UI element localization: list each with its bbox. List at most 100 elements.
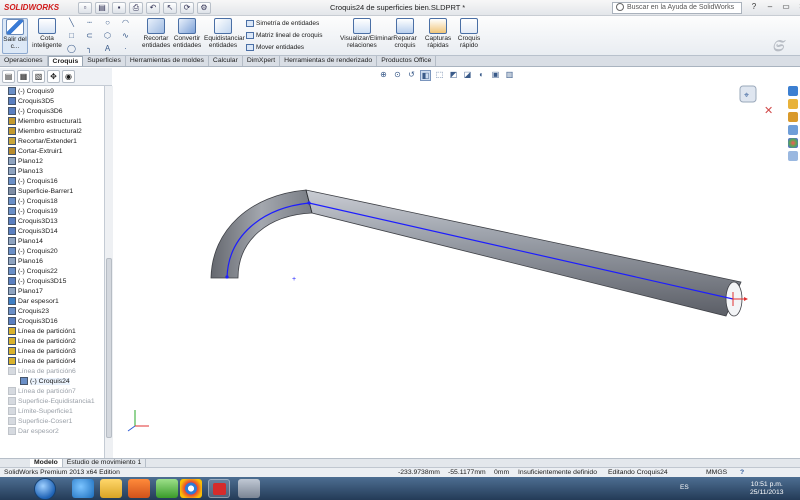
tree-item[interactable]: Superficie-Equidistancia1 (0, 396, 104, 406)
tab-operaciones[interactable]: Operaciones (0, 56, 48, 66)
tree-item[interactable]: Línea de partición7 (0, 386, 104, 396)
solidworks-taskbar-icon[interactable] (208, 479, 230, 498)
view-settings-icon[interactable]: ▥ (504, 70, 515, 81)
spline-icon[interactable]: ∿ (120, 31, 131, 42)
slot-icon[interactable]: ⊂ (84, 31, 95, 42)
undo-icon[interactable]: ↶ (146, 2, 160, 14)
tree-item[interactable]: Línea de partición3 (0, 346, 104, 356)
open-folder-icon[interactable]: ▤ (95, 2, 109, 14)
language-indicator[interactable]: ES (680, 484, 689, 491)
display-manager-icon[interactable]: ◉ (62, 70, 75, 83)
tree-item[interactable]: Croquis23 (0, 306, 104, 316)
print-icon[interactable]: ⎙ (129, 2, 143, 14)
feature-manager-icon[interactable]: ▤ (2, 70, 15, 83)
repair-sketch-button[interactable]: Reparar croquis (390, 18, 420, 49)
sketch-endpoint[interactable] (225, 275, 229, 279)
exit-sketch-button[interactable]: Salir del c... (2, 18, 28, 54)
selection-filter-icon[interactable]: ⌖ (739, 85, 757, 103)
model-tab-0[interactable]: Modelo (30, 459, 63, 467)
tree-item[interactable]: Límite-Superficie1 (0, 406, 104, 416)
cancel-x-icon[interactable]: ✕ (764, 105, 773, 117)
tree-item[interactable]: Croquis3D13 (0, 216, 104, 226)
design-library-icon[interactable] (788, 99, 798, 109)
move-entities-button[interactable]: Mover entidades (246, 43, 304, 52)
start-button-icon[interactable] (34, 478, 56, 500)
quick-snaps-button[interactable]: Capturas rápidas (423, 18, 453, 49)
trim-entities-button[interactable]: Recortar entidades (142, 18, 170, 49)
mirror-entities-button[interactable]: Simetría de entidades (246, 19, 319, 28)
close-button[interactable]: ✕ (796, 2, 800, 13)
edit-appearance-icon[interactable]: ◐ (476, 70, 487, 81)
help-question-icon[interactable]: ? (748, 2, 760, 13)
maximize-button[interactable]: ▭ (780, 2, 792, 13)
tab-herramientas-de-moldes[interactable]: Herramientas de moldes (126, 56, 209, 66)
fillet-icon[interactable]: ╮ (84, 44, 95, 55)
select-arrow-icon[interactable]: ↖ (163, 2, 177, 14)
custom-properties-icon[interactable] (788, 151, 798, 161)
tree-item[interactable]: Plano17 (0, 286, 104, 296)
tree-item[interactable]: Línea de partición1 (0, 326, 104, 336)
tab-croquis[interactable]: Croquis (47, 56, 84, 66)
tree-item[interactable]: (-) Croquis16 (0, 176, 104, 186)
tab-calcular[interactable]: Calcular (209, 56, 243, 66)
tree-item[interactable]: Miembro estructural2 (0, 126, 104, 136)
rebuild-icon[interactable]: ⟳ (180, 2, 194, 14)
file-explorer-icon[interactable] (788, 112, 798, 122)
linear-pattern-button[interactable]: Matriz lineal de croquis (246, 31, 322, 40)
arc-icon[interactable]: ◠ (120, 18, 131, 29)
tree-item[interactable]: (-) Croquis3D6 (0, 106, 104, 116)
save-icon[interactable]: ▪ (112, 2, 126, 14)
tree-item[interactable]: Línea de partición6 (0, 366, 104, 376)
model-tab-1[interactable]: Estudio de movimiento 1 (63, 459, 147, 467)
app-icon[interactable] (156, 479, 178, 498)
tree-item[interactable]: (-) Croquis24 (0, 376, 104, 386)
rectangle-icon[interactable]: □ (66, 31, 77, 42)
solidworks-resources-icon[interactable] (788, 86, 798, 96)
tab-productos-office[interactable]: Productos Office (377, 56, 437, 66)
tree-item[interactable]: Plano16 (0, 256, 104, 266)
sketch-endpoint[interactable] (307, 201, 311, 205)
tree-item[interactable]: Cortar-Extruir1 (0, 146, 104, 156)
options-gear-icon[interactable]: ⚙ (197, 2, 211, 14)
app-icon[interactable] (238, 479, 260, 498)
tree-item[interactable]: (-) Croquis3D15 (0, 276, 104, 286)
display-style-icon[interactable]: ◩ (448, 70, 459, 81)
tree-item[interactable]: Línea de partición4 (0, 356, 104, 366)
chrome-icon[interactable] (180, 479, 202, 498)
media-player-icon[interactable] (128, 479, 150, 498)
previous-view-icon[interactable]: ↺ (406, 70, 417, 81)
tube-straight[interactable] (305, 189, 742, 317)
tree-item[interactable]: Plano12 (0, 156, 104, 166)
hide-show-items-icon[interactable]: ◪ (462, 70, 473, 81)
tree-item[interactable]: (-) Croquis9 (0, 86, 104, 96)
tree-item[interactable]: Miembro estructural1 (0, 116, 104, 126)
display-relations-button[interactable]: Visualizar/Eliminar relaciones (340, 18, 393, 49)
units-selector[interactable]: MMGS (706, 468, 727, 477)
view-palette-icon[interactable] (788, 125, 798, 135)
tree-item[interactable]: Superficie-Coser1 (0, 416, 104, 426)
centerline-icon[interactable]: ┄ (84, 18, 95, 29)
text-icon[interactable]: A (102, 44, 113, 55)
tree-item[interactable]: (-) Croquis22 (0, 266, 104, 276)
polygon-icon[interactable]: ⬡ (102, 31, 113, 42)
tab-herramientas-de-renderizado[interactable]: Herramientas de renderizado (280, 56, 378, 66)
zoom-to-fit-icon[interactable]: ⊕ (378, 70, 389, 81)
tree-item[interactable]: (-) Croquis18 (0, 196, 104, 206)
tab-superficies[interactable]: Superficies (83, 56, 126, 66)
tree-item[interactable]: Superficie-Barrer1 (0, 186, 104, 196)
tree-item[interactable]: Dar espesor2 (0, 426, 104, 436)
configuration-manager-icon[interactable]: ▧ (32, 70, 45, 83)
tree-scrollbar-thumb[interactable] (106, 258, 112, 438)
tree-item[interactable]: Croquis3D5 (0, 96, 104, 106)
new-document-icon[interactable]: ▫ (78, 2, 92, 14)
dimxpert-manager-icon[interactable]: ✥ (47, 70, 60, 83)
tree-item[interactable]: Plano14 (0, 236, 104, 246)
line-icon[interactable]: ╲ (66, 18, 77, 29)
apply-scene-icon[interactable]: ▣ (490, 70, 501, 81)
ellipse-icon[interactable]: ◯ (66, 44, 77, 55)
help-search-input[interactable]: Buscar en la Ayuda de SolidWorks (612, 2, 742, 14)
minimize-button[interactable]: – (764, 2, 776, 13)
tree-item[interactable]: Recortar/Extender1 (0, 136, 104, 146)
convert-entities-button[interactable]: Convertir entidades (173, 18, 201, 49)
tab-dimxpert[interactable]: DimXpert (243, 56, 281, 66)
